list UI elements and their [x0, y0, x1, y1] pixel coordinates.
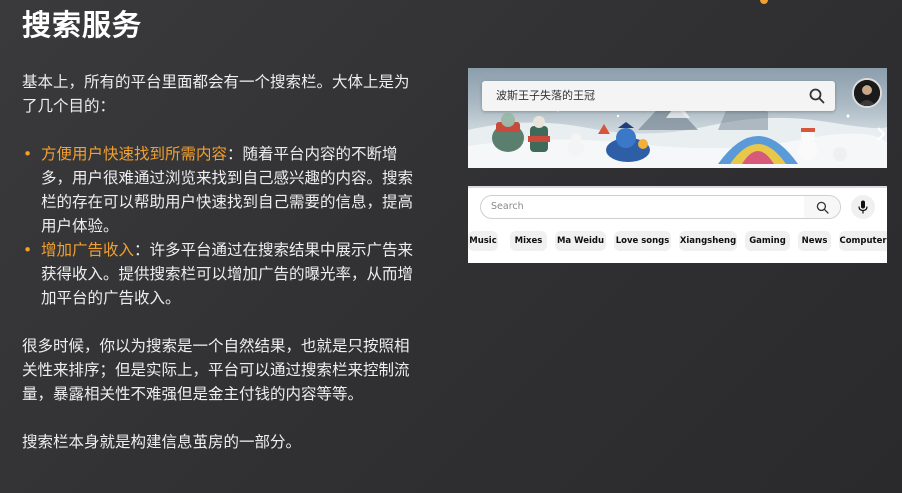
paragraph-conclusion: 搜索栏本身就是构建信息茧房的一部分。 [22, 433, 302, 451]
avatar-image-icon [854, 80, 880, 106]
accent-dot [760, 0, 768, 4]
chip-mixes[interactable]: Mixes [510, 231, 547, 251]
chip-news[interactable]: News [798, 231, 831, 251]
search-input[interactable]: Search [481, 196, 805, 218]
chip-gaming[interactable]: Gaming [745, 231, 790, 251]
voice-search-button[interactable] [851, 195, 875, 219]
video-search-bar[interactable]: Search [480, 195, 841, 219]
bullet-highlight: 增加广告收入 [41, 241, 135, 259]
bullet-highlight: 方便用户快速找到所需内容 [41, 145, 228, 163]
bullet-item: • 增加广告收入：许多平台通过在搜索结果中展示广告来获得收入。提供搜索栏可以增加广… [22, 238, 417, 310]
search-icon [816, 201, 829, 214]
search-screenshot-video: Search Music Mixes Ma Weidu Love songs X… [468, 186, 887, 263]
chip-love-songs[interactable]: Love songs [614, 231, 671, 251]
divider [468, 186, 887, 188]
banner-search-bar[interactable]: 波斯王子失落的王冠 [482, 81, 835, 111]
bullet-list: • 方便用户快速找到所需内容：随着平台内容的不断增多，用户很难通过浏览来找到自己感… [22, 142, 417, 310]
chip-computer[interactable]: Computer [839, 231, 887, 251]
banner-search-input[interactable]: 波斯王子失落的王冠 [496, 87, 595, 103]
chip-music[interactable]: Music [468, 231, 498, 251]
search-placeholder: Search [491, 201, 524, 212]
search-icon[interactable] [808, 87, 826, 105]
bullet-marker: • [23, 241, 33, 259]
search-button[interactable] [804, 196, 840, 218]
bullet-item: • 方便用户快速找到所需内容：随着平台内容的不断增多，用户很难通过浏览来找到自己感… [22, 142, 417, 238]
search-screenshot-banner: 波斯王子失落的王冠 [468, 68, 887, 168]
chip-xiangsheng[interactable]: Xiangsheng [679, 231, 737, 251]
slide-body: 基本上，所有的平台里面都会有一个搜索栏。大体上是为了几个目的： • 方便用户快速找… [22, 70, 417, 454]
category-chips: Music Mixes Ma Weidu Love songs Xiangshe… [468, 231, 887, 251]
chip-ma-weidu[interactable]: Ma Weidu [555, 231, 606, 251]
bullet-marker: • [23, 145, 33, 163]
slide-title: 搜索服务 [22, 8, 143, 42]
paragraph-traffic: 很多时候，你以为搜索是一个自然结果，也就是只按照相关性来排序；但是实际上，平台可… [22, 337, 410, 403]
intro-paragraph: 基本上，所有的平台里面都会有一个搜索栏。大体上是为了几个目的： [22, 73, 410, 115]
microphone-icon [858, 200, 868, 214]
avatar[interactable] [852, 78, 882, 108]
